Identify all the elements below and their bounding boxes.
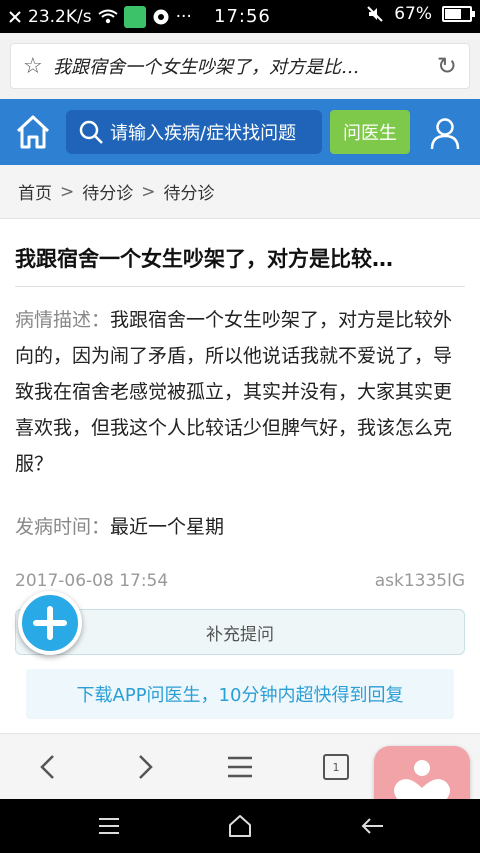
description-label: 病情描述： xyxy=(15,309,111,331)
clock: 17:56 xyxy=(214,6,271,27)
search-placeholder: 请输入疾病/症状找问题 xyxy=(110,123,297,144)
mute-icon xyxy=(367,6,383,22)
question-user: ask1335lG xyxy=(374,571,465,591)
breadcrumb-item[interactable]: 待分诊 xyxy=(164,179,215,204)
menu-button[interactable] xyxy=(223,750,257,784)
question-description: 病情描述：我跟宿舍一个女生吵架了，对方是比较外向的，因为闹了矛盾，所以他说话我就… xyxy=(15,302,467,482)
recent-apps-icon[interactable] xyxy=(96,813,122,839)
wifi-icon xyxy=(97,9,118,23)
bookmark-star-icon[interactable]: ☆ xyxy=(23,54,53,79)
breadcrumb-separator: > xyxy=(60,181,75,202)
more-notifications: ··· xyxy=(175,6,192,27)
address-bar[interactable]: ☆ 我跟宿舍一个女生吵架了，对方是比… ↻ xyxy=(10,43,470,89)
home-icon[interactable] xyxy=(14,113,52,151)
back-icon xyxy=(40,755,54,779)
user-icon[interactable] xyxy=(428,116,462,150)
address-text[interactable]: 我跟宿舍一个女生吵架了，对方是比… xyxy=(53,53,427,79)
system-nav-bar xyxy=(0,799,480,853)
onset-value: 最近一个星期 xyxy=(110,516,225,538)
signal-x-icon xyxy=(9,10,21,23)
search-icon xyxy=(79,120,103,144)
question-date: 2017-06-08 17:54 xyxy=(15,571,169,591)
status-bar: 23.2K/s ··· 17:56 67% xyxy=(0,0,480,33)
site-header: 请输入疾病/症状找问题 问医生 xyxy=(0,99,480,165)
reload-icon[interactable]: ↻ xyxy=(427,52,457,80)
app-notification-icon xyxy=(123,5,146,28)
breadcrumb-home[interactable]: 首页 xyxy=(18,179,52,204)
download-app-banner[interactable]: 下载APP问医生，10分钟内超快得到回复 xyxy=(26,669,454,719)
menu-icon xyxy=(228,756,252,778)
breadcrumb: 首页 > 待分诊 > 待分诊 xyxy=(0,165,480,219)
home-nav-icon[interactable] xyxy=(227,813,253,839)
description-text: 我跟宿舍一个女生吵架了，对方是比较外向的，因为闹了矛盾，所以他说话我就不爱说了，… xyxy=(15,309,453,475)
network-speed: 23.2K/s xyxy=(28,6,92,27)
battery-icon xyxy=(442,6,475,22)
chat-icon xyxy=(153,9,169,24)
tabs-icon: 1 xyxy=(323,754,349,780)
ask-doctor-button[interactable]: 问医生 xyxy=(330,110,410,154)
breadcrumb-item[interactable]: 待分诊 xyxy=(82,179,133,204)
search-input[interactable]: 请输入疾病/症状找问题 xyxy=(66,110,322,154)
forward-button[interactable] xyxy=(128,750,162,784)
plus-icon xyxy=(33,606,67,640)
question-title: 我跟宿舍一个女生吵架了，对方是比较… xyxy=(15,247,393,271)
supplement-question-button[interactable]: 补充提问 xyxy=(15,609,465,655)
battery-percent: 67% xyxy=(394,4,432,24)
breadcrumb-separator: > xyxy=(141,181,156,202)
onset-row: 发病时间：最近一个星期 xyxy=(15,512,224,539)
onset-label: 发病时间： xyxy=(15,516,111,538)
title-divider xyxy=(15,286,465,287)
tabs-button[interactable]: 1 xyxy=(319,750,353,784)
forward-icon xyxy=(139,755,153,779)
add-fab-button[interactable] xyxy=(18,591,82,655)
back-button[interactable] xyxy=(31,750,65,784)
question-meta: 2017-06-08 17:54 ask1335lG xyxy=(15,571,465,591)
browser-address-area: ☆ 我跟宿舍一个女生吵架了，对方是比… ↻ xyxy=(0,33,480,99)
back-nav-icon[interactable] xyxy=(360,813,386,839)
